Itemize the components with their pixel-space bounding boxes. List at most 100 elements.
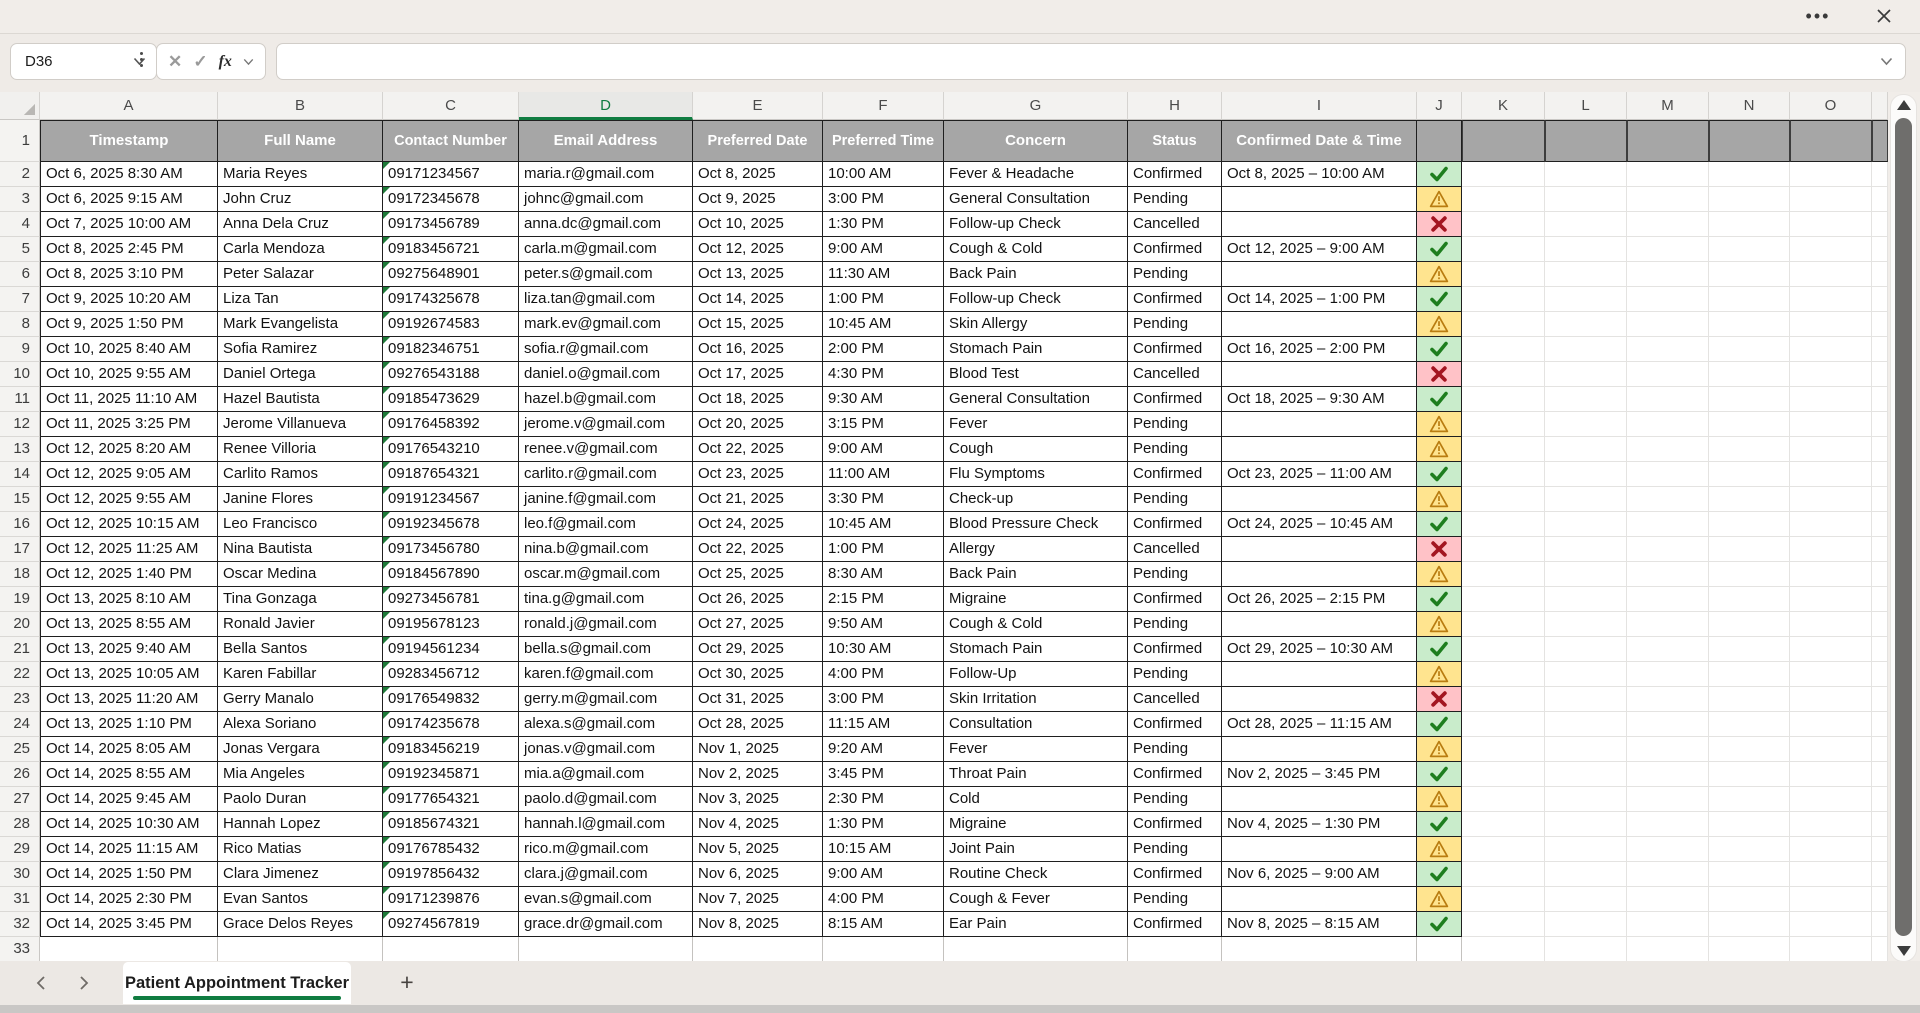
empty-cell[interactable] [1627, 712, 1709, 737]
row-header-21[interactable]: 21 [0, 637, 40, 662]
cell-F25[interactable]: 9:20 AM [823, 737, 944, 762]
empty-cell[interactable] [1627, 562, 1709, 587]
cell-B4[interactable]: Anna Dela Cruz [218, 212, 383, 237]
empty-cell[interactable] [1462, 312, 1545, 337]
row-header-2[interactable]: 2 [0, 162, 40, 187]
empty-cell[interactable] [1545, 212, 1627, 237]
cell-G21[interactable]: Stomach Pain [944, 637, 1128, 662]
empty-cell[interactable] [1790, 462, 1872, 487]
cell-E32[interactable]: Nov 8, 2025 [693, 912, 823, 937]
empty-cell[interactable] [1545, 762, 1627, 787]
cell-B30[interactable]: Clara Jimenez [218, 862, 383, 887]
column-header-C[interactable]: C [383, 92, 519, 120]
cell-H24[interactable]: Confirmed [1128, 712, 1222, 737]
row-header-8[interactable]: 8 [0, 312, 40, 337]
empty-cell[interactable] [1872, 337, 1888, 362]
cell-J3[interactable] [1417, 187, 1462, 212]
empty-cell[interactable] [1872, 587, 1888, 612]
cell-G20[interactable]: Cough & Cold [944, 612, 1128, 637]
vertical-scrollbar-thumb[interactable] [1895, 118, 1912, 936]
empty-cell[interactable] [1462, 287, 1545, 312]
cell-D8[interactable]: mark.ev@gmail.com [519, 312, 693, 337]
cell-B18[interactable]: Oscar Medina [218, 562, 383, 587]
cell-I25[interactable] [1222, 737, 1417, 762]
cell-H5[interactable]: Confirmed [1128, 237, 1222, 262]
cell-F8[interactable]: 10:45 AM [823, 312, 944, 337]
cell-E26[interactable]: Nov 2, 2025 [693, 762, 823, 787]
cell-C4[interactable]: 09173456789 [383, 212, 519, 237]
empty-cell[interactable] [1462, 262, 1545, 287]
cell-F12[interactable]: 3:15 PM [823, 412, 944, 437]
cell-H23[interactable]: Cancelled [1128, 687, 1222, 712]
cell-F24[interactable]: 11:15 AM [823, 712, 944, 737]
cell-H32[interactable]: Confirmed [1128, 912, 1222, 937]
cell-E30[interactable]: Nov 6, 2025 [693, 862, 823, 887]
empty-cell[interactable] [1872, 187, 1888, 212]
scroll-down-icon[interactable] [1897, 946, 1911, 956]
column-header-G[interactable]: G [944, 92, 1128, 120]
row-header-14[interactable]: 14 [0, 462, 40, 487]
cell-J16[interactable] [1417, 512, 1462, 537]
empty-cell[interactable] [1627, 162, 1709, 187]
empty-cell[interactable] [1709, 862, 1790, 887]
cell-B8[interactable]: Mark Evangelista [218, 312, 383, 337]
empty-cell[interactable] [1709, 587, 1790, 612]
cell-C19[interactable]: 09273456781 [383, 587, 519, 612]
cell-I12[interactable] [1222, 412, 1417, 437]
empty-cell[interactable] [1790, 862, 1872, 887]
column-header-F[interactable]: F [823, 92, 944, 120]
empty-cell[interactable] [1709, 662, 1790, 687]
cell-B11[interactable]: Hazel Bautista [218, 387, 383, 412]
row-header-28[interactable]: 28 [0, 812, 40, 837]
empty-cell[interactable] [1709, 287, 1790, 312]
empty-cell[interactable] [1462, 462, 1545, 487]
empty-cell[interactable] [1545, 337, 1627, 362]
empty-cell[interactable] [1872, 812, 1888, 837]
empty-cell[interactable] [1790, 937, 1872, 961]
empty-cell[interactable] [1627, 612, 1709, 637]
empty-cell[interactable] [1872, 887, 1888, 912]
cell-I9[interactable]: Oct 16, 2025 – 2:00 PM [1222, 337, 1417, 362]
cell-H25[interactable]: Pending [1128, 737, 1222, 762]
empty-cell[interactable] [1545, 862, 1627, 887]
empty-cell[interactable] [1545, 387, 1627, 412]
empty-cell[interactable] [1462, 912, 1545, 937]
empty-cell[interactable] [1462, 162, 1545, 187]
empty-cell[interactable] [1627, 887, 1709, 912]
cell-I19[interactable]: Oct 26, 2025 – 2:15 PM [1222, 587, 1417, 612]
empty-cell[interactable] [1545, 787, 1627, 812]
empty-cell[interactable] [1790, 562, 1872, 587]
cell-B17[interactable]: Nina Bautista [218, 537, 383, 562]
empty-cell[interactable] [1872, 162, 1888, 187]
empty-cell[interactable] [1627, 662, 1709, 687]
cancel-entry-icon[interactable]: ✕ [168, 52, 182, 72]
row-header-29[interactable]: 29 [0, 837, 40, 862]
empty-cell[interactable] [1872, 537, 1888, 562]
empty-cell[interactable] [1790, 687, 1872, 712]
cell-A6[interactable]: Oct 8, 2025 3:10 PM [40, 262, 218, 287]
cell-D11[interactable]: hazel.b@gmail.com [519, 387, 693, 412]
empty-cell[interactable] [1462, 212, 1545, 237]
empty-cell[interactable] [1627, 537, 1709, 562]
cell-H20[interactable]: Pending [1128, 612, 1222, 637]
empty-cell[interactable] [1709, 412, 1790, 437]
cell-F29[interactable]: 10:15 AM [823, 837, 944, 862]
empty-cell[interactable] [1709, 187, 1790, 212]
row-header-6[interactable]: 6 [0, 262, 40, 287]
empty-cell[interactable] [1790, 237, 1872, 262]
cell-I28[interactable]: Nov 4, 2025 – 1:30 PM [1222, 812, 1417, 837]
formula-input[interactable] [289, 52, 1880, 71]
cell-F15[interactable]: 3:30 PM [823, 487, 944, 512]
empty-cell[interactable] [1709, 562, 1790, 587]
name-box-input[interactable] [23, 52, 127, 71]
column-header-K[interactable]: K [1462, 92, 1545, 120]
empty-cell[interactable] [1790, 812, 1872, 837]
empty-cell[interactable] [1790, 912, 1872, 937]
empty-cell[interactable] [1709, 212, 1790, 237]
empty-cell[interactable] [1709, 337, 1790, 362]
cell-D24[interactable]: alexa.s@gmail.com [519, 712, 693, 737]
cell-C25[interactable]: 09183456219 [383, 737, 519, 762]
empty-cell[interactable] [1627, 237, 1709, 262]
row-header-15[interactable]: 15 [0, 487, 40, 512]
empty-cell[interactable] [1709, 512, 1790, 537]
